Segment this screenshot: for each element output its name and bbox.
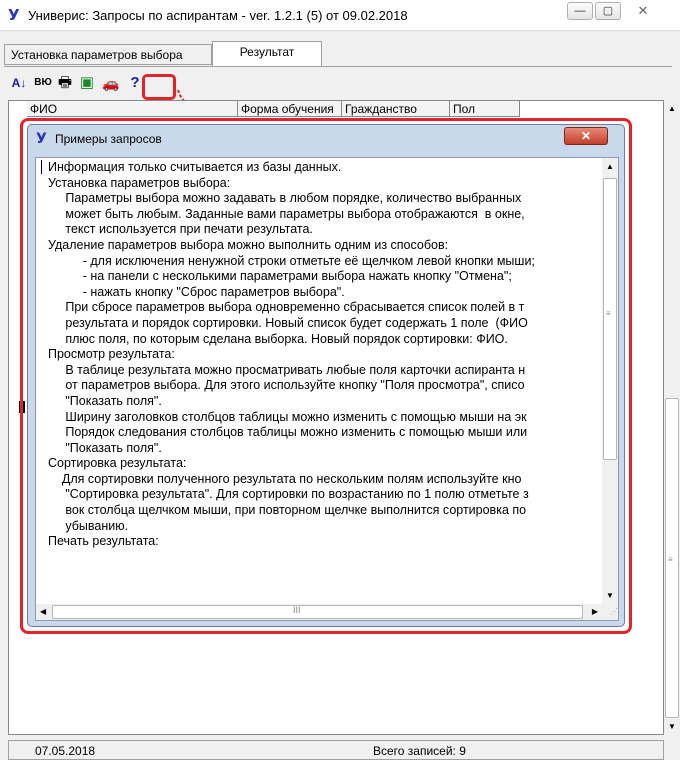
dialog-close-button[interactable]: ✕ xyxy=(564,127,608,145)
help-text[interactable]: Информация только считывается из базы да… xyxy=(48,160,598,550)
window-title: Универис: Запросы по аспирантам - ver. 1… xyxy=(28,8,408,23)
status-date: 07.05.2018 xyxy=(35,744,96,758)
app-logo-icon: У xyxy=(8,6,20,24)
grip-icon: III xyxy=(293,605,301,615)
grip-icon: ≡ xyxy=(606,309,611,318)
tab-result[interactable]: Результат xyxy=(212,41,322,66)
help-text-memo[interactable]: Информация только считывается из базы да… xyxy=(35,157,619,621)
text-caret xyxy=(41,160,42,174)
tab-selection-parameters[interactable]: Установка параметров выбора xyxy=(4,44,212,65)
maximize-button[interactable]: ▢ xyxy=(595,2,621,20)
columns-icon[interactable]: ВЮ xyxy=(32,72,54,94)
scroll-down-icon[interactable]: ▼ xyxy=(668,722,676,731)
excel-export-icon[interactable]: ▣ xyxy=(76,72,98,94)
scroll-up-icon[interactable]: ▲ xyxy=(606,162,614,171)
column-header-fio[interactable]: ФИО xyxy=(27,101,238,117)
scrollbar-thumb[interactable] xyxy=(603,178,617,460)
scroll-down-icon[interactable]: ▼ xyxy=(606,591,614,600)
print-icon[interactable]: 🖶 xyxy=(54,72,76,94)
query-examples-icon[interactable]: 🚗 xyxy=(100,72,122,94)
memo-vertical-scrollbar[interactable]: ▲ ≡ ▼ xyxy=(602,158,618,604)
close-button[interactable]: ✕ xyxy=(623,2,663,20)
scrollbar-thumb[interactable] xyxy=(52,605,583,619)
column-header-gender[interactable]: Пол xyxy=(450,101,520,117)
scroll-right-icon[interactable]: ▶ xyxy=(592,607,598,616)
scroll-left-icon[interactable]: ◀ xyxy=(40,607,46,616)
status-record-count: Всего записей: 9 xyxy=(373,744,466,758)
grip-icon: ≡ xyxy=(668,555,673,564)
column-header-study-form[interactable]: Форма обучения xyxy=(238,101,342,117)
table-vertical-scrollbar[interactable]: ▲ ≡ ▼ xyxy=(664,100,680,735)
dialog-logo-icon: У xyxy=(36,131,47,147)
column-header-citizenship[interactable]: Гражданство xyxy=(342,101,450,117)
dialog-title: Примеры запросов xyxy=(55,132,162,146)
title-bar: У Универис: Запросы по аспирантам - ver.… xyxy=(0,0,680,31)
scroll-up-icon[interactable]: ▲ xyxy=(668,104,676,113)
query-examples-dialog: У Примеры запросов ✕ Информация только с… xyxy=(27,124,625,627)
minimize-button[interactable]: — xyxy=(567,2,593,20)
sort-icon[interactable]: A↓ xyxy=(8,72,30,94)
resize-grip-icon[interactable]: ⋰ xyxy=(602,604,618,620)
tab-divider xyxy=(4,66,672,67)
memo-horizontal-scrollbar[interactable]: ◀ III ▶ xyxy=(36,604,602,620)
highlight-box xyxy=(142,74,176,100)
status-bar: 07.05.2018 Всего записей: 9 xyxy=(8,740,664,760)
